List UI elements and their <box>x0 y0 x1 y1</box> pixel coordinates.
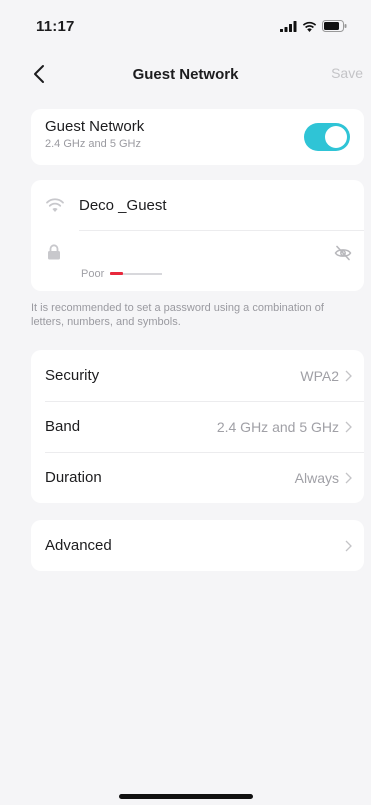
duration-label: Duration <box>45 469 102 486</box>
home-indicator[interactable] <box>118 794 253 799</box>
strength-bar-fill <box>110 272 124 275</box>
settings-card: Security WPA2 Band 2.4 GHz and 5 GHz Dur… <box>31 350 364 503</box>
credentials-card: Deco _Guest Poor <box>31 180 364 291</box>
cellular-signal-icon <box>280 20 297 32</box>
toggle-knob <box>325 126 347 148</box>
hide-password-icon[interactable] <box>334 245 352 261</box>
status-bar: 11:17 <box>0 0 371 52</box>
chevron-right-icon <box>345 370 352 381</box>
password-hint: It is recommended to set a password usin… <box>31 302 324 328</box>
duration-row[interactable]: Duration Always <box>31 452 364 503</box>
band-value: 2.4 GHz and 5 GHz <box>216 418 339 435</box>
password-field[interactable]: Poor <box>31 230 364 291</box>
security-row[interactable]: Security WPA2 <box>31 350 364 401</box>
lock-icon <box>48 244 60 260</box>
status-time: 11:17 <box>36 17 75 35</box>
chevron-right-icon <box>345 421 352 432</box>
chevron-right-icon <box>345 540 352 551</box>
wifi-status-icon <box>302 21 317 32</box>
nav-bar: Guest Network Save <box>0 52 371 96</box>
password-strength: Poor <box>81 268 163 280</box>
strength-label: Poor <box>81 268 105 280</box>
ssid-field[interactable]: Deco _Guest <box>31 180 364 230</box>
advanced-card: Advanced <box>31 520 364 571</box>
back-chevron-icon[interactable] <box>28 62 52 86</box>
security-label: Security <box>45 367 100 384</box>
status-icons <box>280 20 347 32</box>
wifi-icon <box>46 198 64 212</box>
battery-icon <box>322 20 347 32</box>
advanced-row[interactable]: Advanced <box>31 520 364 571</box>
page-title: Guest Network <box>132 65 239 83</box>
guest-network-card: Guest Network 2.4 GHz and 5 GHz <box>31 109 364 165</box>
guest-network-toggle[interactable] <box>304 123 350 151</box>
duration-value: Always <box>294 469 339 486</box>
save-button[interactable]: Save <box>331 65 363 81</box>
advanced-label: Advanced <box>45 537 112 554</box>
ssid-value: Deco _Guest <box>79 196 167 214</box>
chevron-right-icon <box>345 472 352 483</box>
strength-bar <box>110 272 163 275</box>
band-label: Band <box>45 418 81 435</box>
security-value: WPA2 <box>300 367 339 384</box>
band-row[interactable]: Band 2.4 GHz and 5 GHz <box>31 401 364 452</box>
